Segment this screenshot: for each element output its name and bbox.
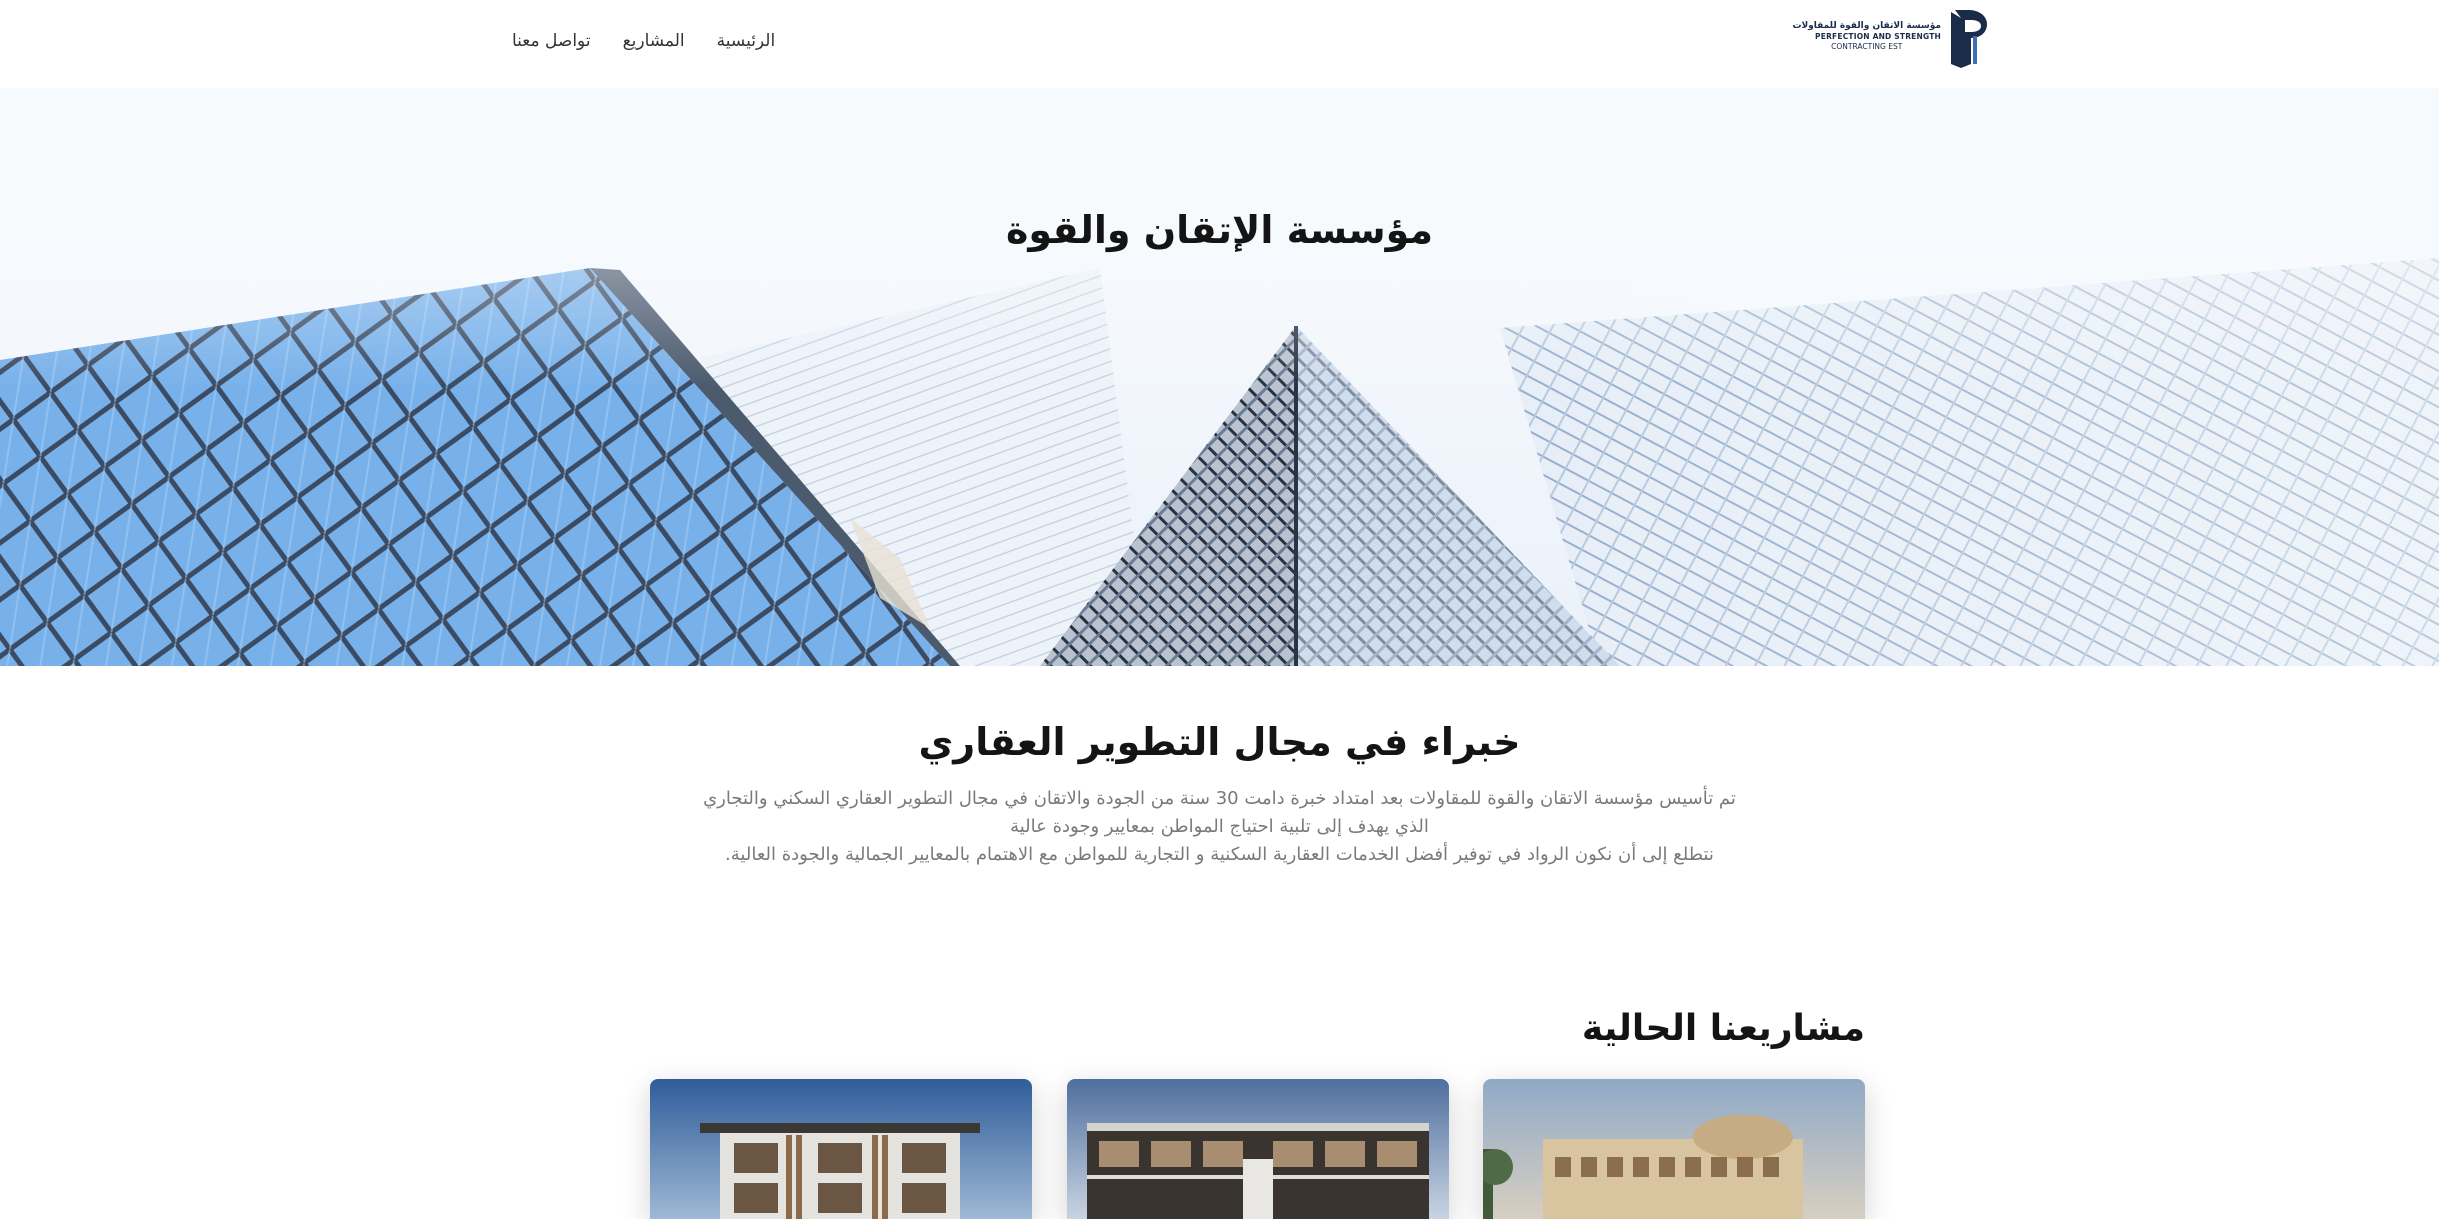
project-image (650, 1079, 1032, 1219)
nav-contact-link[interactable]: تواصل معنا (512, 26, 591, 56)
logo-arabic-name: مؤسسة الاتقان والقوة للمقاولات (1792, 21, 1941, 31)
hero-buildings-image (0, 88, 2439, 666)
project-card[interactable] (650, 1079, 1032, 1219)
project-card[interactable] (1067, 1079, 1449, 1219)
hero-section: مؤسسة الإتقان والقوة (0, 88, 2439, 666)
about-line-1: تم تأسيس مؤسسة الاتقان والقوة للمقاولات … (703, 788, 1736, 809)
nav-home-link[interactable]: الرئيسية (717, 26, 776, 56)
project-image (1483, 1079, 1865, 1219)
logo-building-icon (1951, 10, 1987, 68)
nav-projects-link[interactable]: المشاريع (623, 26, 685, 56)
project-image (1067, 1079, 1449, 1219)
about-line-2: الذي يهدف إلى تلبية احتياج المواطن بمعاي… (1010, 816, 1429, 837)
hero-title: مؤسسة الإتقان والقوة (1005, 208, 1434, 252)
about-title: خبراء في مجال التطوير العقاري (918, 720, 1521, 764)
about-line-3: نتطلع إلى أن نكون الرواد في توفير أفضل ا… (725, 844, 1714, 865)
logo-english-subtitle: CONTRACTING EST (1831, 42, 1903, 51)
projects-title: مشاريعنا الحالية (1581, 1008, 1865, 1049)
main-nav: الرئيسية المشاريع تواصل معنا (512, 26, 775, 56)
company-logo[interactable]: مؤسسة الاتقان والقوة للمقاولات PERFECTIO… (1792, 8, 1991, 70)
about-description: تم تأسيس مؤسسة الاتقان والقوة للمقاولات … (700, 785, 1739, 869)
logo-english-name: PERFECTION AND STRENGTH (1815, 32, 1941, 41)
logo-text: مؤسسة الاتقان والقوة للمقاولات PERFECTIO… (1792, 20, 1941, 52)
project-card[interactable] (1483, 1079, 1865, 1219)
site-header: مؤسسة الاتقان والقوة للمقاولات PERFECTIO… (0, 0, 2439, 88)
